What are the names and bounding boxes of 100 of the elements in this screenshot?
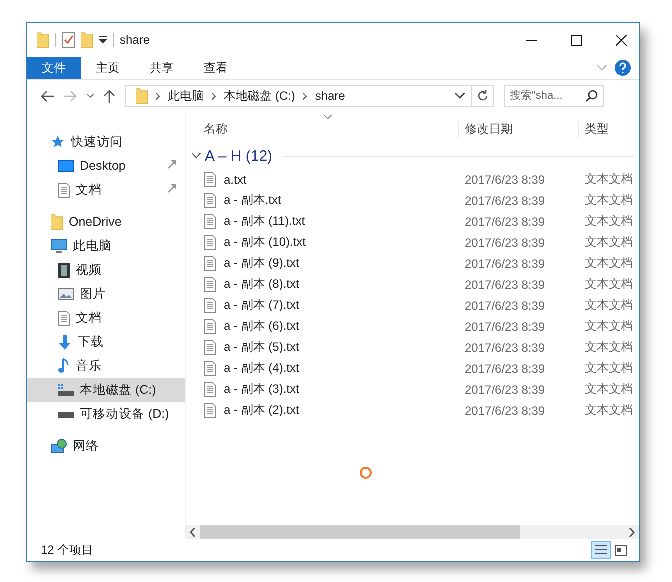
type-cell-text: 文本文档: [584, 360, 634, 377]
date-cell-text: 2017/6/23 8:39: [464, 278, 546, 292]
text-file-icon: [204, 403, 216, 418]
address-bar[interactable]: 此电脑 本地磁盘 (C:) share: [125, 85, 472, 107]
nav-item[interactable]: 本地磁盘 (C:): [27, 378, 185, 402]
folder-icon: [81, 32, 93, 48]
file-name[interactable]: a - 副本.txt: [224, 192, 282, 209]
scroll-right-icon[interactable]: [629, 528, 635, 536]
file-name[interactable]: a - 副本 (7).txt: [224, 297, 300, 314]
file-name[interactable]: a - 副本 (11).txt: [224, 213, 306, 230]
group-header[interactable]: A – H (12): [205, 148, 273, 164]
film-icon: [58, 262, 70, 278]
list-icon: [595, 544, 607, 556]
horizontal-scrollbar[interactable]: [186, 525, 639, 539]
network-icon: [51, 439, 67, 453]
file-name[interactable]: a - 副本 (10).txt: [224, 234, 306, 251]
column-header[interactable]: 名称: [186, 120, 458, 138]
loading-ring-icon: [360, 467, 372, 479]
maximize-icon[interactable]: [571, 34, 582, 46]
text-file-icon: [204, 256, 216, 271]
search-field[interactable]: 搜索"sha...: [504, 85, 604, 107]
computer-icon: [51, 239, 67, 253]
date-cell-text: 2017/6/23 8:39: [464, 340, 546, 354]
text-file-icon: [204, 277, 216, 292]
refresh-button[interactable]: [472, 85, 494, 107]
type-cell-text: 文本文档: [584, 171, 634, 188]
folder-icon: [136, 88, 148, 104]
text-file-icon: [204, 214, 216, 229]
ribbon-tab[interactable]: 共享: [135, 57, 189, 79]
type-cell-text: 文本文档: [584, 381, 634, 398]
type-cell-text: 文本文档: [584, 297, 634, 314]
nav-item[interactable]: 文档: [27, 178, 185, 202]
file-name[interactable]: a - 副本 (6).txt: [224, 318, 300, 335]
ribbon-tab[interactable]: 文件: [27, 57, 81, 79]
close-icon[interactable]: [616, 34, 627, 46]
pin-icon: [167, 184, 176, 194]
breadcrumb[interactable]: 此电脑: [168, 88, 204, 104]
chevron-right-icon[interactable]: [156, 92, 160, 100]
chevron-right-icon[interactable]: [212, 92, 216, 100]
sort-chevron-icon: [324, 115, 332, 119]
document-icon: [58, 310, 70, 326]
file-name[interactable]: a - 副本 (3).txt: [224, 381, 300, 398]
nav-item[interactable]: 此电脑: [27, 234, 185, 258]
nav-item[interactable]: 视频: [27, 258, 185, 282]
window-title: share: [120, 33, 150, 47]
file-name[interactable]: a - 副本 (9).txt: [224, 255, 300, 272]
details-view-button[interactable]: [591, 541, 611, 559]
nav-item[interactable]: 下载: [27, 330, 185, 354]
folder-icon: [51, 214, 63, 230]
chevron-down-icon[interactable]: [192, 153, 201, 159]
type-cell-text: 文本文档: [584, 402, 634, 419]
column-header[interactable]: 类型: [578, 120, 639, 138]
file-name[interactable]: a - 副本 (5).txt: [224, 339, 300, 356]
date-cell-text: 2017/6/23 8:39: [464, 382, 546, 396]
type-cell-text: 文本文档: [584, 318, 634, 335]
file-name[interactable]: a - 副本 (4).txt: [224, 360, 300, 377]
pin-icon: [167, 160, 176, 170]
file-name[interactable]: a.txt: [224, 172, 247, 186]
type-cell-text: 文本文档: [584, 255, 634, 272]
date-cell-text: 2017/6/23 8:39: [464, 214, 546, 228]
date-cell-text: 2017/6/23 8:39: [464, 236, 546, 250]
nav-item[interactable]: OneDrive: [27, 210, 185, 234]
nav-item[interactable]: 快速访问: [27, 130, 185, 154]
document-icon: [58, 182, 70, 198]
properties-icon[interactable]: [62, 32, 75, 48]
file-name[interactable]: a - 副本 (8).txt: [224, 276, 300, 293]
breadcrumb[interactable]: share: [315, 89, 346, 103]
scroll-left-icon[interactable]: [190, 528, 196, 536]
help-icon[interactable]: [615, 60, 631, 76]
date-cell-text: 2017/6/23 8:39: [464, 172, 546, 186]
type-cell-text: 文本文档: [584, 339, 634, 356]
ribbon-tab[interactable]: 主页: [81, 57, 135, 79]
date-cell-text: 2017/6/23 8:39: [464, 320, 546, 334]
up-arrow-icon[interactable]: [104, 90, 115, 102]
text-file-icon: [204, 319, 216, 334]
music-note-icon: [58, 358, 70, 374]
chevron-down-icon[interactable]: [455, 93, 465, 99]
refresh-icon: [476, 90, 488, 102]
text-file-icon: [204, 382, 216, 397]
column-header[interactable]: 修改日期: [458, 120, 578, 138]
ribbon-tab[interactable]: 查看: [189, 57, 243, 79]
tile-icon: [615, 544, 627, 556]
nav-item[interactable]: 图片: [27, 282, 185, 306]
nav-item[interactable]: Desktop: [27, 154, 185, 178]
scrollbar-thumb[interactable]: [200, 525, 520, 539]
drive-icon: [58, 410, 74, 418]
nav-item[interactable]: 网络: [27, 434, 185, 458]
back-arrow-icon[interactable]: [41, 90, 54, 102]
chevron-right-icon[interactable]: [303, 92, 308, 100]
nav-item[interactable]: 音乐: [27, 354, 185, 378]
date-cell-text: 2017/6/23 8:39: [464, 404, 546, 418]
picture-icon: [58, 288, 74, 300]
item-count: 12 个项目: [41, 542, 94, 558]
folder-icon: [37, 32, 49, 48]
nav-item[interactable]: 文档: [27, 306, 185, 330]
dropdown-icon[interactable]: [99, 36, 107, 44]
nav-item[interactable]: 可移动设备 (D:): [27, 402, 185, 426]
text-file-icon: [204, 193, 216, 208]
breadcrumb[interactable]: 本地磁盘 (C:): [224, 88, 296, 104]
file-name[interactable]: a - 副本 (2).txt: [224, 402, 300, 419]
